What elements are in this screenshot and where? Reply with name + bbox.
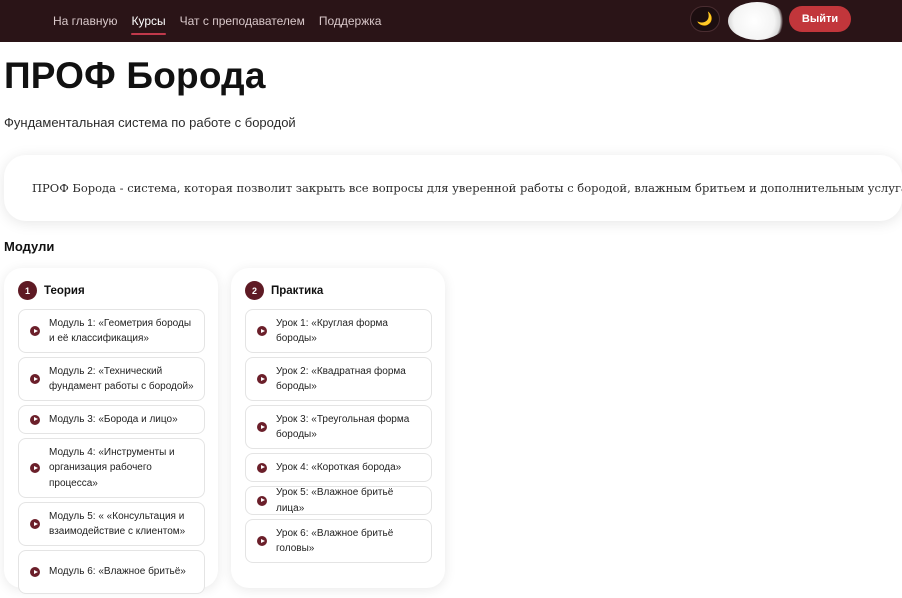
theory-column-header: 1 Теория (18, 281, 85, 300)
theme-toggle-button[interactable]: 🌙 (690, 6, 720, 32)
play-icon (30, 374, 40, 384)
list-item[interactable]: Урок 1: «Круглая форма бороды» (245, 309, 432, 353)
list-item[interactable]: Модуль 1: «Геометрия бороды и её классиф… (18, 309, 205, 353)
course-description: ПРОФ Борода - система, которая позволит … (32, 181, 902, 195)
top-navbar: На главную Курсы Чат с преподавателем По… (0, 0, 902, 42)
list-item[interactable]: Модуль 4: «Инструменты и организация раб… (18, 438, 205, 498)
theory-column: 1 Теория Модуль 1: «Геометрия бороды и е… (4, 268, 218, 594)
list-item-label: Модуль 2: «Технический фундамент работы … (49, 365, 194, 393)
list-item-label: Модуль 1: «Геометрия бороды и её классиф… (49, 317, 192, 345)
list-item-label: Модуль 3: «Борода и лицо» (49, 413, 178, 425)
practice-number-badge: 2 (245, 281, 264, 300)
list-item[interactable]: Урок 3: «Треугольная форма бороды» (245, 405, 432, 449)
list-item[interactable]: Урок 2: «Квадратная форма бороды» (245, 357, 432, 401)
list-item-label: Урок 1: «Круглая форма бороды» (276, 317, 388, 345)
theory-column-title: Теория (44, 284, 85, 297)
avatar[interactable] (728, 2, 786, 40)
logout-button[interactable]: Выйти (789, 6, 851, 32)
list-item[interactable]: Урок 6: «Влажное бритьё головы» (245, 519, 432, 563)
list-item-label: Урок 2: «Квадратная форма бороды» (276, 365, 406, 393)
modules-section-title: Модули (4, 239, 55, 254)
main-nav: На главную Курсы Чат с преподавателем По… (53, 10, 382, 35)
play-icon (257, 462, 267, 473)
play-icon (257, 374, 267, 384)
practice-column-title: Практика (271, 284, 324, 297)
theory-lesson-list: Модуль 1: «Геометрия бороды и её классиф… (18, 309, 205, 598)
list-item-label: Модуль 4: «Инструменты и организация раб… (49, 446, 175, 489)
list-item-label: Урок 4: «Короткая борода» (276, 461, 402, 473)
list-item[interactable]: Модуль 2: «Технический фундамент работы … (18, 357, 205, 401)
page-title: ПРОФ Борода (4, 55, 266, 96)
list-item[interactable]: Урок 5: «Влажное бритьё лица» (245, 486, 432, 515)
nav-home-link[interactable]: На главную (53, 10, 117, 32)
list-item[interactable]: Модуль 5: « «Консультация и взаимодейств… (18, 502, 205, 546)
nav-teacher-chat-link[interactable]: Чат с преподавателем (180, 10, 305, 32)
list-item-label: Урок 5: «Влажное бритьё лица» (276, 487, 394, 514)
list-item-label: Модуль 6: «Влажное бритьё» (49, 566, 186, 578)
play-icon (257, 422, 267, 432)
practice-column-header: 2 Практика (245, 281, 323, 300)
play-icon (30, 567, 40, 577)
list-item-label: Урок 6: «Влажное бритьё головы» (276, 527, 394, 555)
play-icon (30, 326, 40, 336)
nav-courses-link[interactable]: Курсы (131, 10, 166, 35)
moon-icon: 🌙 (696, 11, 714, 26)
play-icon (30, 463, 40, 473)
practice-column: 2 Практика Урок 1: «Круглая форма бороды… (231, 268, 445, 588)
play-icon (257, 326, 267, 336)
list-item[interactable]: Модуль 3: «Борода и лицо» (18, 405, 205, 434)
course-description-card: ПРОФ Борода - система, которая позволит … (4, 155, 902, 221)
theory-number-badge: 1 (18, 281, 37, 300)
practice-lesson-list: Урок 1: «Круглая форма бороды» Урок 2: «… (245, 309, 432, 567)
play-icon (257, 495, 267, 506)
list-item[interactable]: Урок 4: «Короткая борода» (245, 453, 432, 482)
play-icon (30, 414, 40, 425)
play-icon (30, 519, 40, 529)
nav-support-link[interactable]: Поддержка (319, 10, 382, 32)
play-icon (257, 536, 267, 546)
page-subtitle: Фундаментальная система по работе с боро… (4, 115, 296, 130)
list-item-label: Модуль 5: « «Консультация и взаимодейств… (49, 510, 186, 538)
list-item[interactable]: Модуль 6: «Влажное бритьё» (18, 550, 205, 594)
list-item-label: Урок 3: «Треугольная форма бороды» (276, 413, 410, 441)
